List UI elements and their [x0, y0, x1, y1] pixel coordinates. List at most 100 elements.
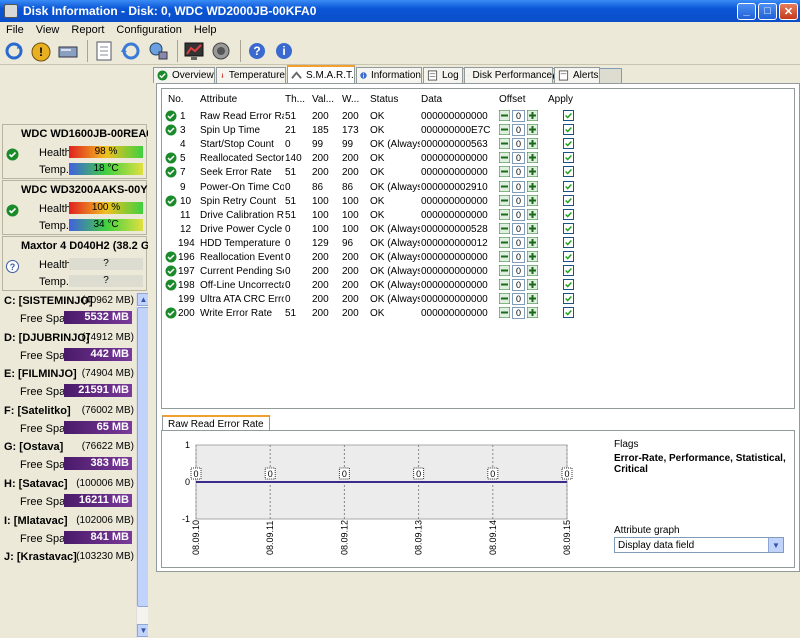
table-row[interactable]: 3Spin Up Time21185173OK000000000E7C0 [162, 124, 796, 138]
minus-icon[interactable] [499, 124, 510, 135]
minus-icon[interactable] [499, 181, 510, 192]
graph-tab[interactable]: Raw Read Error Rate [162, 415, 270, 431]
plus-icon[interactable] [527, 152, 538, 163]
col-no[interactable]: No. [168, 94, 184, 105]
plus-icon[interactable] [527, 251, 538, 262]
offset-field[interactable]: 0 [512, 293, 525, 305]
minus-icon[interactable] [499, 223, 510, 234]
tab-disk-performance[interactable]: Disk Performance [464, 67, 553, 83]
plus-icon[interactable] [527, 166, 538, 177]
table-row[interactable]: 7Seek Error Rate51200200OK0000000000000 [162, 166, 796, 180]
table-row[interactable]: 199Ultra ATA CRC Error ...0200200OK (Alw… [162, 293, 796, 307]
minus-icon[interactable] [499, 209, 510, 220]
maximize-button[interactable]: □ [758, 3, 777, 20]
disk-item[interactable]: Maxtor 4 D040H2 (38.2 GB)?Health:Temp.:?… [2, 236, 147, 291]
tab-smart[interactable]: S.M.A.R.T. [287, 65, 355, 84]
minus-icon[interactable] [499, 195, 510, 206]
offset-field[interactable]: 0 [512, 251, 525, 263]
apply-checkbox[interactable] [563, 265, 574, 276]
disk-item[interactable]: WDC WD3200AAKS-00YGA0Health:Temp.:100 %3… [2, 180, 147, 235]
apply-checkbox[interactable] [563, 251, 574, 262]
drive-item[interactable]: F: [Satelitko](76002 MB)Free Space65 MB [2, 403, 136, 438]
minus-icon[interactable] [499, 110, 510, 121]
col-apply[interactable]: Apply [548, 94, 573, 105]
col-threshold[interactable]: Th... [285, 94, 305, 105]
col-status[interactable]: Status [370, 94, 398, 105]
offset-field[interactable]: 0 [512, 279, 525, 291]
table-row[interactable]: 194HDD Temperature012996OK (Always...000… [162, 237, 796, 251]
offset-field[interactable]: 0 [512, 152, 525, 164]
drive-item[interactable]: E: [FILMINJO](74904 MB)Free Space21591 M… [2, 366, 136, 401]
scroll-thumb[interactable] [137, 307, 148, 607]
table-row[interactable]: 1Raw Read Error Rate51200200OK0000000000… [162, 110, 796, 124]
apply-checkbox[interactable] [563, 110, 574, 121]
offset-field[interactable]: 0 [512, 110, 525, 122]
minus-icon[interactable] [499, 293, 510, 304]
plus-icon[interactable] [527, 307, 538, 318]
table-row[interactable]: 12Drive Power Cycle C...0100100OK (Alway… [162, 223, 796, 237]
drive-item[interactable]: D: [DJUBRINJO](74912 MB)Free Space442 MB [2, 330, 136, 365]
table-row[interactable]: 9Power-On Time Count08686OK (Always...00… [162, 181, 796, 195]
table-row[interactable]: 5Reallocated Sectors ...140200200OK00000… [162, 152, 796, 166]
tab-information[interactable]: Information [356, 67, 422, 83]
offset-field[interactable]: 0 [512, 195, 525, 207]
apply-checkbox[interactable] [563, 181, 574, 192]
minus-icon[interactable] [499, 251, 510, 262]
minus-icon[interactable] [499, 265, 510, 276]
plus-icon[interactable] [527, 237, 538, 248]
col-worst[interactable]: W... [342, 94, 359, 105]
table-row[interactable]: 196Reallocation Event C...0200200OK (Alw… [162, 251, 796, 265]
tab-overview[interactable]: Overview [153, 67, 215, 83]
drive-item[interactable]: G: [Ostava](76622 MB)Free Space383 MB [2, 439, 136, 474]
col-data[interactable]: Data [421, 94, 442, 105]
plus-icon[interactable] [527, 124, 538, 135]
table-row[interactable]: 200Write Error Rate51200200OK00000000000… [162, 307, 796, 321]
plus-icon[interactable] [527, 195, 538, 206]
minus-icon[interactable] [499, 138, 510, 149]
drive-item[interactable]: H: [Satavac](100006 MB)Free Space16211 M… [2, 476, 136, 511]
drive-item[interactable]: C: [SISTEMINJO](40962 MB)Free Space5532 … [2, 293, 136, 328]
apply-checkbox[interactable] [563, 166, 574, 177]
table-row[interactable]: 198Off-Line Uncorrectabl...0200200OK (Al… [162, 279, 796, 293]
plus-icon[interactable] [527, 138, 538, 149]
minus-icon[interactable] [499, 166, 510, 177]
col-offset[interactable]: Offset [499, 94, 526, 105]
offset-field[interactable]: 0 [512, 138, 525, 150]
table-row[interactable]: 11Drive Calibration Retr...51100100OK000… [162, 209, 796, 223]
tab-log[interactable]: Log [423, 67, 463, 83]
refresh-icon[interactable] [2, 39, 26, 63]
apply-checkbox[interactable] [563, 293, 574, 304]
plus-icon[interactable] [527, 181, 538, 192]
disk-item[interactable]: WDC WD1600JB-00REA0 (14Health:Temp.:98 %… [2, 124, 147, 179]
scroll-up-arrow-icon[interactable]: ▲ [137, 293, 148, 306]
table-row[interactable]: 10Spin Retry Count51100100OK000000000000… [162, 195, 796, 209]
apply-checkbox[interactable] [563, 209, 574, 220]
attribute-graph-select[interactable]: Display data field ▼ [614, 537, 784, 553]
plus-icon[interactable] [527, 265, 538, 276]
minus-icon[interactable] [499, 152, 510, 163]
apply-checkbox[interactable] [563, 124, 574, 135]
speaker-icon[interactable] [209, 39, 233, 63]
tab-temperature[interactable]: Temperature [216, 67, 286, 83]
col-attribute[interactable]: Attribute [200, 94, 237, 105]
apply-checkbox[interactable] [563, 152, 574, 163]
monitor-icon[interactable] [182, 39, 206, 63]
plus-icon[interactable] [527, 209, 538, 220]
chevron-down-icon[interactable]: ▼ [768, 538, 783, 552]
table-row[interactable]: 4Start/Stop Count09999OK (Always...00000… [162, 138, 796, 152]
offset-field[interactable]: 0 [512, 307, 525, 319]
network-icon[interactable] [146, 39, 170, 63]
minus-icon[interactable] [499, 237, 510, 248]
offset-field[interactable]: 0 [512, 209, 525, 221]
drive-list-scrollbar[interactable]: ▲ ▼ [136, 293, 148, 638]
offset-field[interactable]: 0 [512, 265, 525, 277]
warning-icon[interactable]: ! [29, 39, 53, 63]
minus-icon[interactable] [499, 279, 510, 290]
drive-item[interactable]: I: [Mlatavac](102006 MB)Free Space841 MB [2, 513, 136, 548]
apply-checkbox[interactable] [563, 138, 574, 149]
col-value[interactable]: Val... [312, 94, 334, 105]
close-button[interactable]: ✕ [779, 3, 798, 20]
help-icon[interactable]: ? [245, 39, 269, 63]
offset-field[interactable]: 0 [512, 237, 525, 249]
apply-checkbox[interactable] [563, 279, 574, 290]
